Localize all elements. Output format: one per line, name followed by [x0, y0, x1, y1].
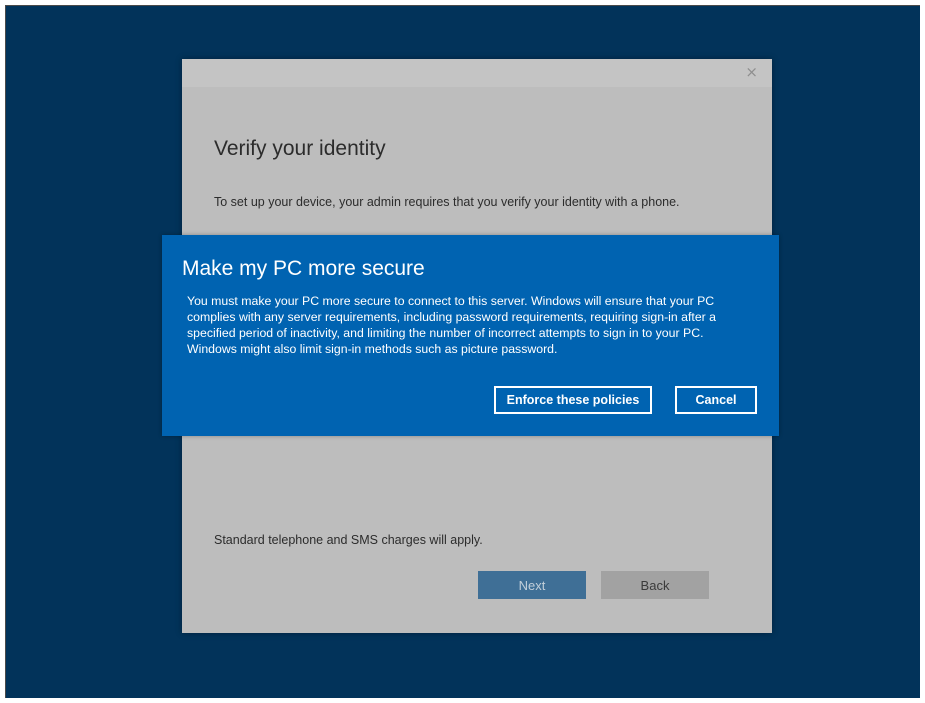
- dialog-titlebar: ×: [182, 59, 772, 87]
- close-icon[interactable]: ×: [745, 63, 758, 81]
- back-button[interactable]: Back: [601, 571, 709, 599]
- next-button[interactable]: Next: [478, 571, 586, 599]
- cancel-button[interactable]: Cancel: [675, 386, 757, 414]
- dialog-description: To set up your device, your admin requir…: [214, 195, 680, 209]
- enforce-policies-button[interactable]: Enforce these policies: [494, 386, 652, 414]
- secure-pc-prompt: Make my PC more secure You must make you…: [162, 235, 779, 436]
- prompt-body: You must make your PC more secure to con…: [187, 294, 717, 356]
- sms-charges-note: Standard telephone and SMS charges will …: [214, 533, 483, 547]
- prompt-title: Make my PC more secure: [182, 257, 425, 280]
- dialog-heading: Verify your identity: [214, 137, 386, 160]
